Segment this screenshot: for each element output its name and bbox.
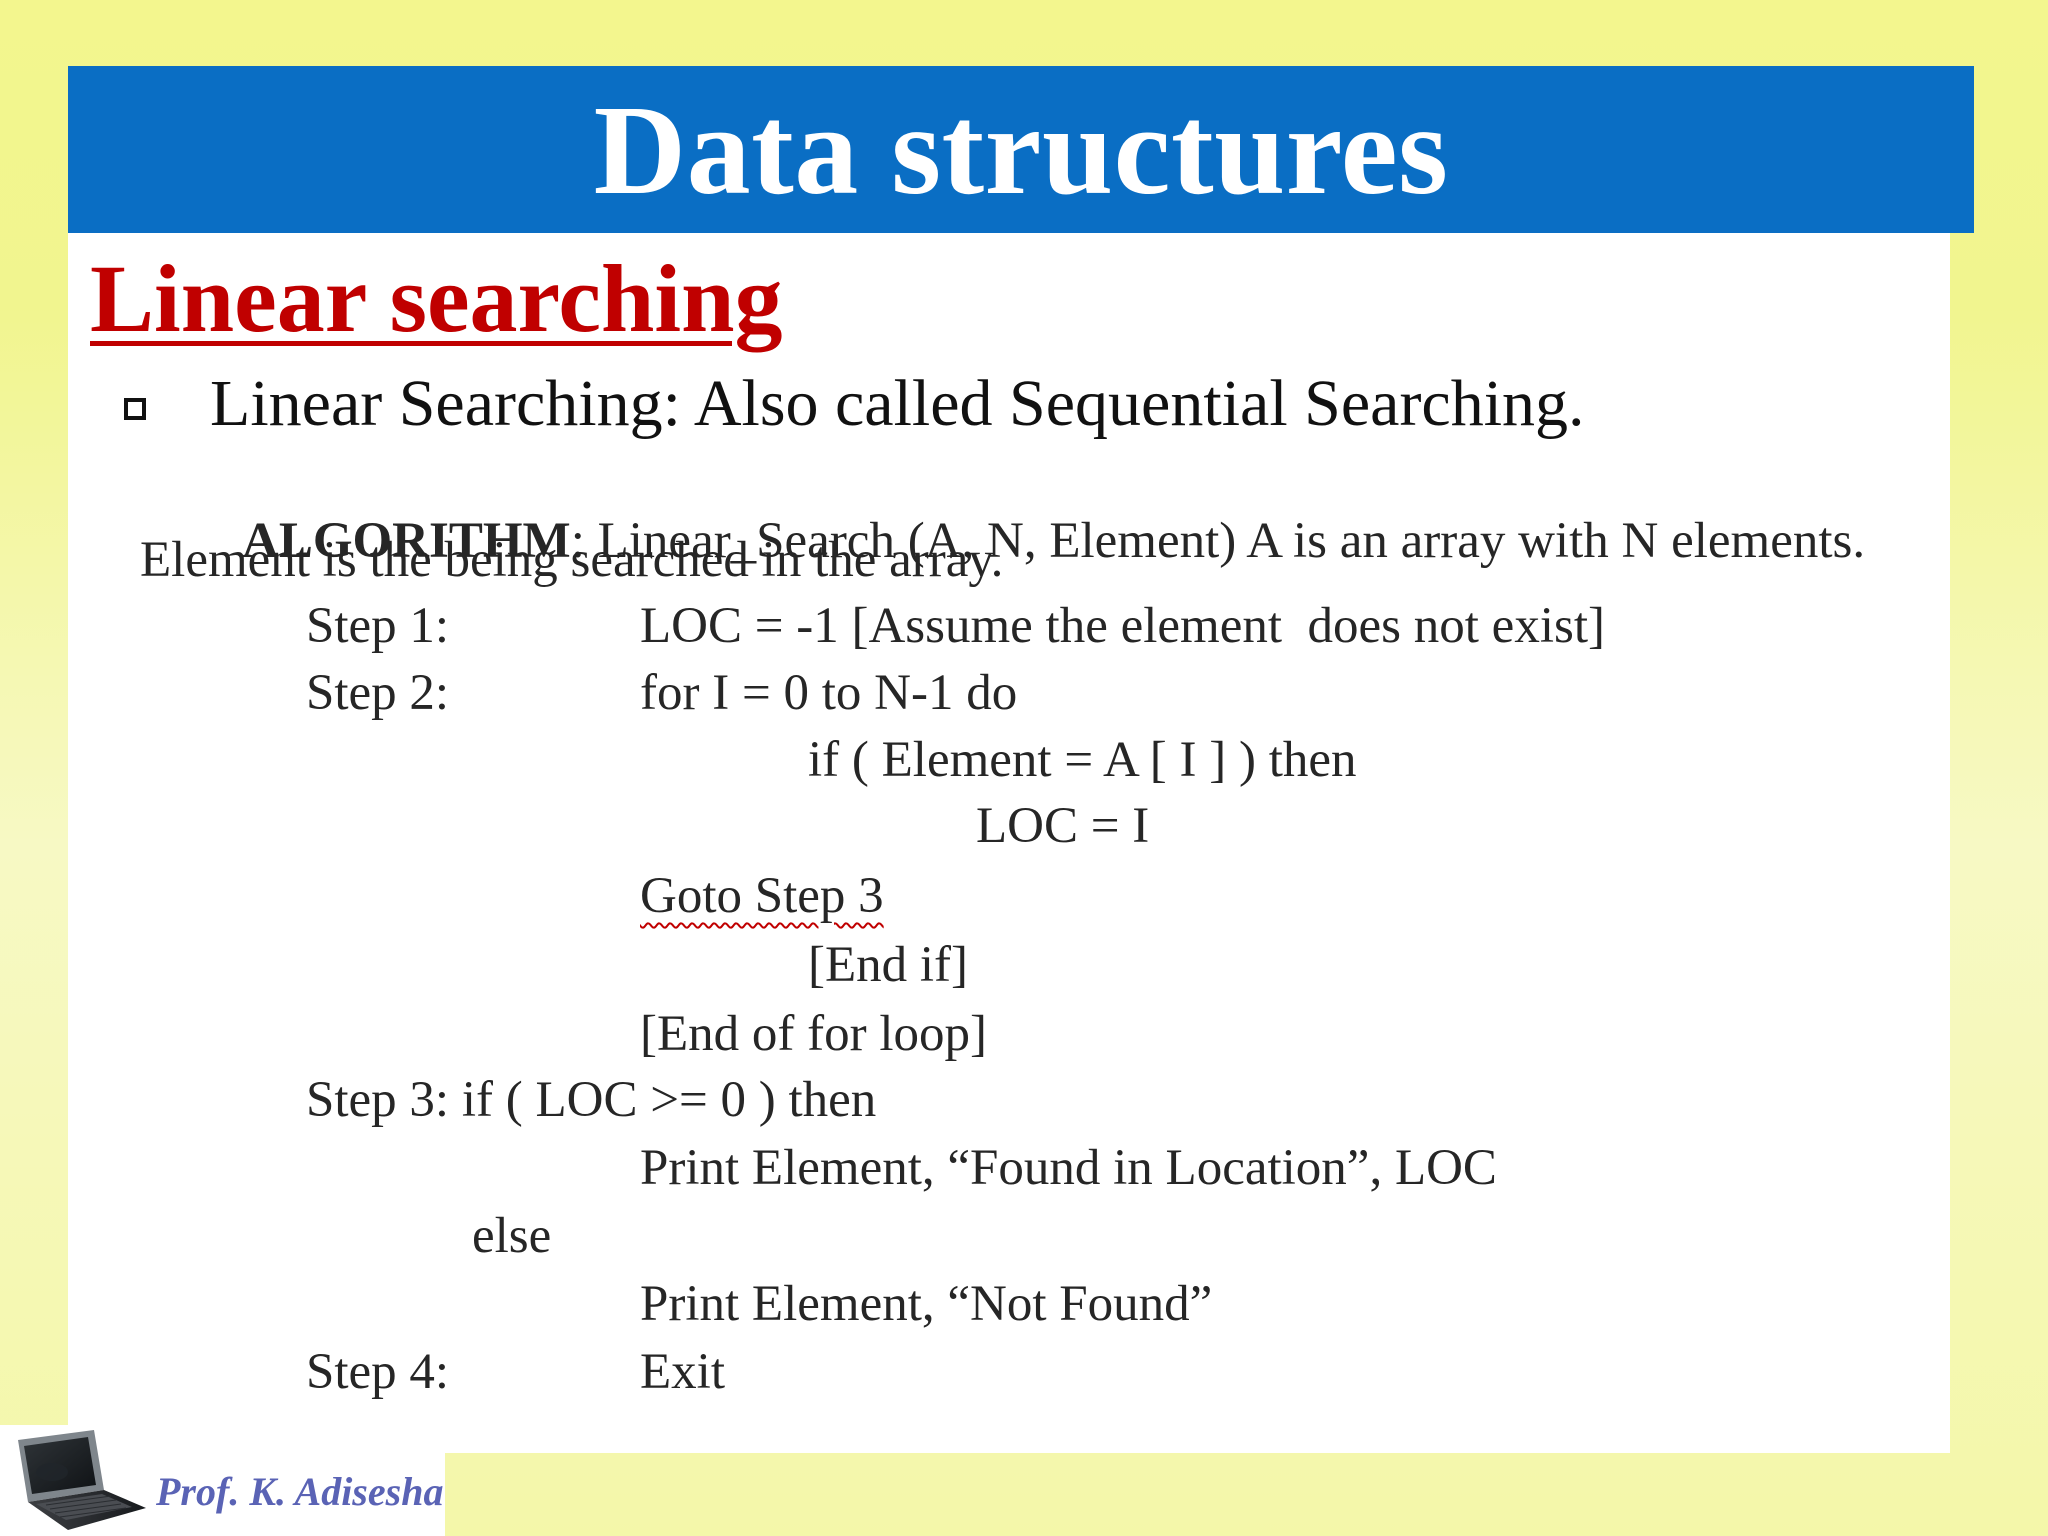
step2-label: Step 2: xyxy=(306,665,450,721)
algorithm-block: ALGORITHM: Linear_Search (A, N, Element)… xyxy=(130,465,1950,1453)
title-bar: Data structures xyxy=(68,66,1974,233)
step3-line: Step 3: if ( LOC >= 0 ) then xyxy=(306,1072,877,1128)
laptop-icon xyxy=(18,1430,146,1530)
author-name: Prof. K. Adisesha xyxy=(156,1469,444,1514)
bullet-row: Linear Searching: Also called Sequential… xyxy=(124,371,1585,437)
step2-text: for I = 0 to N-1 do xyxy=(640,665,1018,721)
section-heading: Linear searching xyxy=(90,245,783,352)
step1-label: Step 1: xyxy=(306,598,450,654)
print-found-line: Print Element, “Found in Location”, LOC xyxy=(640,1140,1497,1196)
slide-title: Data structures xyxy=(593,78,1449,221)
bullet-text: Linear Searching: Also called Sequential… xyxy=(210,367,1585,440)
step4-text: Exit xyxy=(640,1344,725,1400)
step4-label: Step 4: xyxy=(306,1344,450,1400)
end-for-line: [End of for loop] xyxy=(640,1006,987,1062)
goto-line: Goto Step 3 xyxy=(640,868,884,924)
end-if-line: [End if] xyxy=(808,937,969,993)
content-panel: Linear searching Linear Searching: Also … xyxy=(68,233,1950,1453)
else-line: else xyxy=(472,1208,552,1264)
print-not-found-line: Print Element, “Not Found” xyxy=(640,1276,1213,1332)
slide: Data structures Linear searching Linear … xyxy=(0,0,2048,1536)
square-bullet-icon xyxy=(124,398,146,420)
loc-assign-line: LOC = I xyxy=(976,798,1150,854)
if-line: if ( Element = A [ I ] ) then xyxy=(808,732,1357,788)
step1-text: LOC = -1 [Assume the element does not ex… xyxy=(640,598,1605,654)
algorithm-description: Element is the being searched in the arr… xyxy=(140,532,1004,588)
